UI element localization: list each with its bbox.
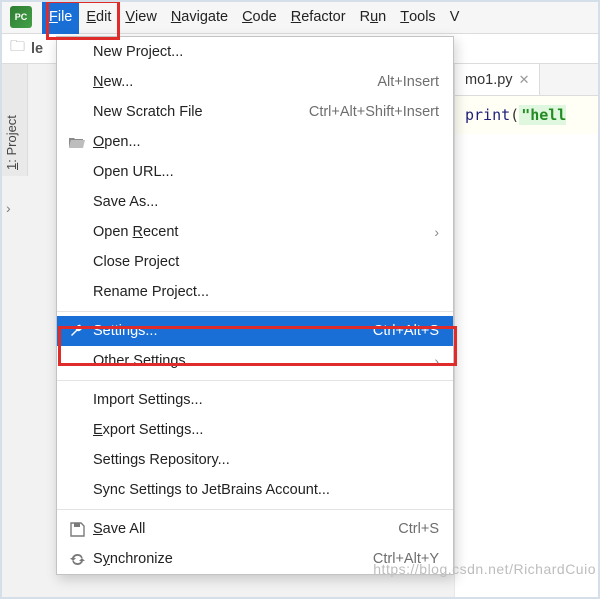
menu-item-rename-project[interactable]: Rename Project... [57,277,453,307]
menu-item-open-recent[interactable]: Open Recent › [57,217,453,247]
menu-item-save-all[interactable]: Save All Ctrl+S [57,514,453,544]
menu-file[interactable]: File [42,0,79,34]
menu-tools[interactable]: Tools [393,0,442,34]
close-icon[interactable]: ✕ [519,72,530,88]
submenu-arrow-icon: › [434,353,439,369]
refresh-icon [67,552,87,567]
code-editor[interactable]: print("hell [455,96,600,134]
menu-vcs-truncated[interactable]: V [443,0,467,34]
editor-tab-bar: mo1.py ✕ [455,64,600,96]
menu-separator [57,311,453,312]
editor-area: mo1.py ✕ print("hell [454,64,600,599]
menu-navigate[interactable]: Navigate [164,0,235,34]
menu-refactor[interactable]: Refactor [284,0,353,34]
editor-tab[interactable]: mo1.py ✕ [455,64,540,95]
menu-code[interactable]: Code [235,0,284,34]
menu-item-save-as[interactable]: Save As... [57,187,453,217]
menu-item-open-url[interactable]: Open URL... [57,157,453,187]
tool-window-project-tab[interactable]: 1: Project [4,115,19,170]
folder-open-icon [67,136,87,148]
menu-item-sync-settings[interactable]: Sync Settings to JetBrains Account... [57,475,453,505]
ide-screenshot: File Edit View Navigate Code Refactor Ru… [0,0,600,599]
menu-item-new-scratch[interactable]: New Scratch File Ctrl+Alt+Shift+Insert [57,97,453,127]
menu-edit[interactable]: Edit [79,0,118,34]
menu-separator [57,509,453,510]
menu-view[interactable]: View [118,0,163,34]
menu-run[interactable]: Run [353,0,394,34]
menu-item-new[interactable]: New... Alt+Insert [57,67,453,97]
menu-item-import-settings[interactable]: Import Settings... [57,385,453,415]
project-collapse-icon[interactable]: › [6,200,11,216]
submenu-arrow-icon: › [434,224,439,240]
menu-separator [57,380,453,381]
folder-icon: 🗀 [10,36,25,61]
wrench-icon [67,323,87,339]
menu-item-settings-repository[interactable]: Settings Repository... [57,445,453,475]
menu-item-synchronize[interactable]: Synchronize Ctrl+Alt+Y [57,544,453,574]
menu-item-open[interactable]: Open... [57,127,453,157]
menu-bar: File Edit View Navigate Code Refactor Ru… [0,0,600,34]
save-icon [67,522,87,537]
menu-item-settings[interactable]: Settings... Ctrl+Alt+S [57,316,453,346]
file-menu-dropdown: New Project... New... Alt+Insert New Scr… [56,36,454,575]
tool-window-stripe[interactable]: 1: Project [0,64,28,176]
menu-item-other-settings[interactable]: Other Settings › [57,346,453,376]
menu-item-close-project[interactable]: Close Project [57,247,453,277]
menu-item-export-settings[interactable]: Export Settings... [57,415,453,445]
breadcrumb-text: le [31,41,43,57]
pycharm-logo-icon [10,6,32,28]
menu-item-new-project[interactable]: New Project... [57,37,453,67]
editor-tab-label: mo1.py [465,72,513,88]
